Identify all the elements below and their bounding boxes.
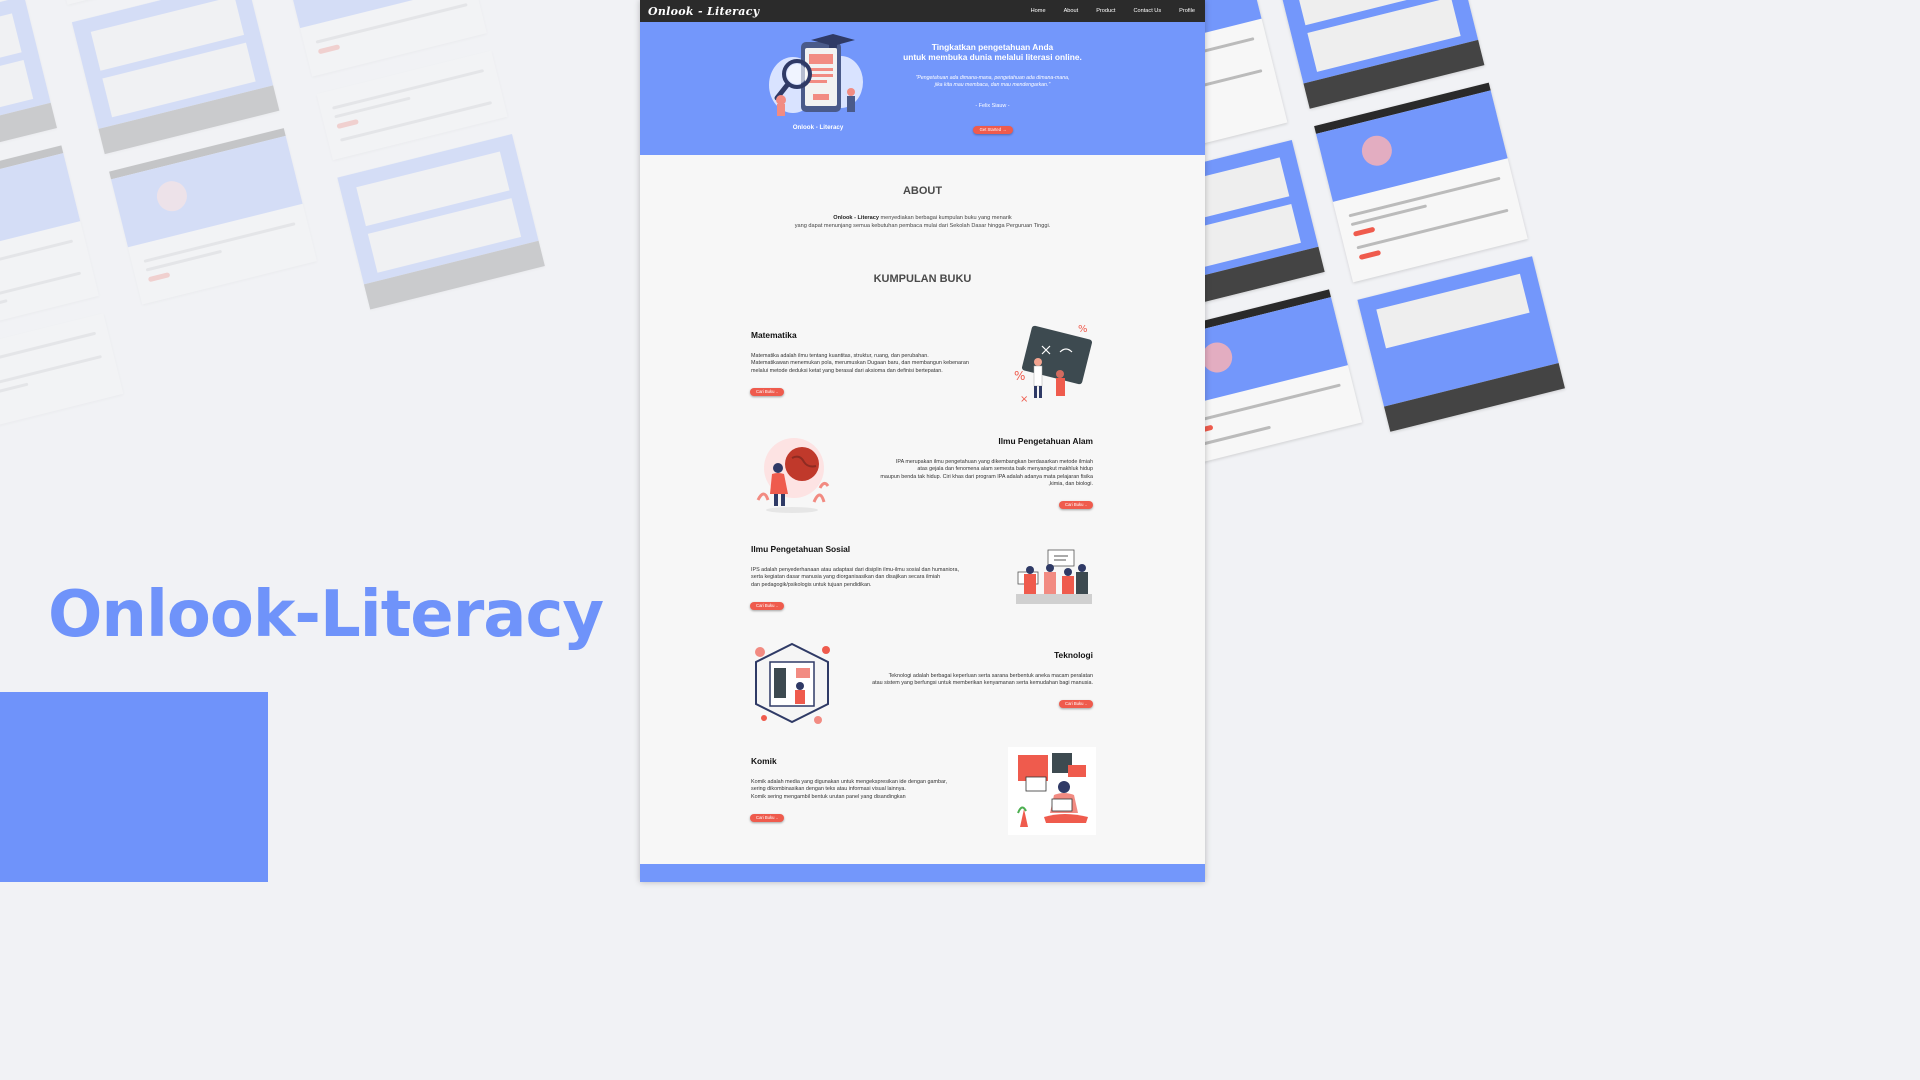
technology-device-icon	[755, 642, 830, 724]
hero-quote-author: - Felix Siauw -	[975, 103, 1010, 109]
math-blackboard-icon: % % ×	[1014, 324, 1093, 405]
nav-link-profile[interactable]: Profile	[1179, 8, 1195, 14]
showcase-title: Onlook-Literacy	[48, 578, 604, 652]
hero-headline: Tingkatkan pengetahuan Anda untuk membuk…	[890, 42, 1095, 62]
hero-quote-line2: jika kita mau membaca, dan mau mendengar…	[934, 82, 1051, 88]
top-navbar: Onlook - Literacy Home About Product Con…	[640, 0, 1205, 22]
nav-link-contact[interactable]: Contact Us	[1133, 8, 1161, 14]
hero-section: Onlook - Literacy Tingkatkan pengetahuan…	[640, 22, 1205, 155]
hero-quote: "Pengetahuan ada dimana-mana, pengetahua…	[890, 75, 1095, 89]
nav-link-about[interactable]: About	[1064, 8, 1079, 14]
about-brand: Onlook - Literacy	[833, 215, 879, 221]
comic-reader-icon	[1008, 747, 1096, 835]
book-description: Matematika adalah ilmu tentang kuantitas…	[751, 353, 969, 374]
book-description: IPS adalah penyederhanaan atau adaptasi …	[751, 567, 959, 588]
about-text: Onlook - Literacy menyediakan berbagai k…	[700, 215, 1145, 230]
nav-link-home[interactable]: Home	[1031, 8, 1046, 14]
svg-text:%: %	[1014, 369, 1025, 383]
find-book-button[interactable]: Cari Buku ..	[1059, 700, 1093, 708]
hero-caption: Onlook - Literacy	[792, 124, 844, 131]
about-text-line1: menyediakan berbagai kumpulan buku yang …	[878, 215, 1012, 221]
get-started-button[interactable]: Get Started →	[973, 126, 1013, 134]
reading-search-illustration-icon	[769, 34, 863, 116]
globe-science-icon	[756, 438, 830, 513]
book-title: Ilmu Pengetahuan Alam	[998, 436, 1093, 446]
svg-text:%: %	[1078, 324, 1088, 335]
find-book-button[interactable]: Cari Buku ..	[750, 602, 784, 610]
decorative-block	[0, 692, 268, 882]
hero-headline-line2: untuk membuka dunia melalui literasi onl…	[903, 52, 1082, 62]
book-title: Matematika	[751, 330, 797, 340]
hero-headline-line1: Tingkatkan pengetahuan Anda	[931, 42, 1054, 52]
social-protest-icon	[1016, 549, 1092, 604]
find-book-button[interactable]: Cari Buku ..	[750, 814, 784, 822]
hero-quote-line1: "Pengetahuan ada dimana-mana, pengetahua…	[915, 75, 1070, 81]
find-book-button[interactable]: Cari Buku ..	[1059, 501, 1093, 509]
book-description: IPA merupakan ilmu pengetahuan yang dike…	[880, 459, 1093, 488]
book-title: Teknologi	[1054, 650, 1093, 660]
about-text-line2: yang dapat menunjang semua kebutuhan pem…	[794, 222, 1051, 229]
svg-text:×: ×	[1020, 394, 1028, 405]
about-title: ABOUT	[902, 185, 943, 197]
nav-links: Home About Product Contact Us Profile	[1031, 8, 1195, 14]
book-title: Komik	[751, 756, 777, 766]
site-logo[interactable]: Onlook - Literacy	[648, 5, 759, 18]
book-description: Teknologi adalah berbagai keperluan sert…	[872, 673, 1093, 687]
website-mockup: Onlook - Literacy Home About Product Con…	[640, 0, 1205, 882]
find-book-button[interactable]: Cari Buku ..	[750, 388, 784, 396]
books-section-title: KUMPULAN BUKU	[873, 273, 972, 285]
book-description: Komik adalah media yang digunakan untuk …	[751, 779, 947, 800]
nav-link-product[interactable]: Product	[1096, 8, 1115, 14]
footer-bar	[640, 864, 1205, 882]
book-title: Ilmu Pengetahuan Sosial	[751, 544, 851, 554]
